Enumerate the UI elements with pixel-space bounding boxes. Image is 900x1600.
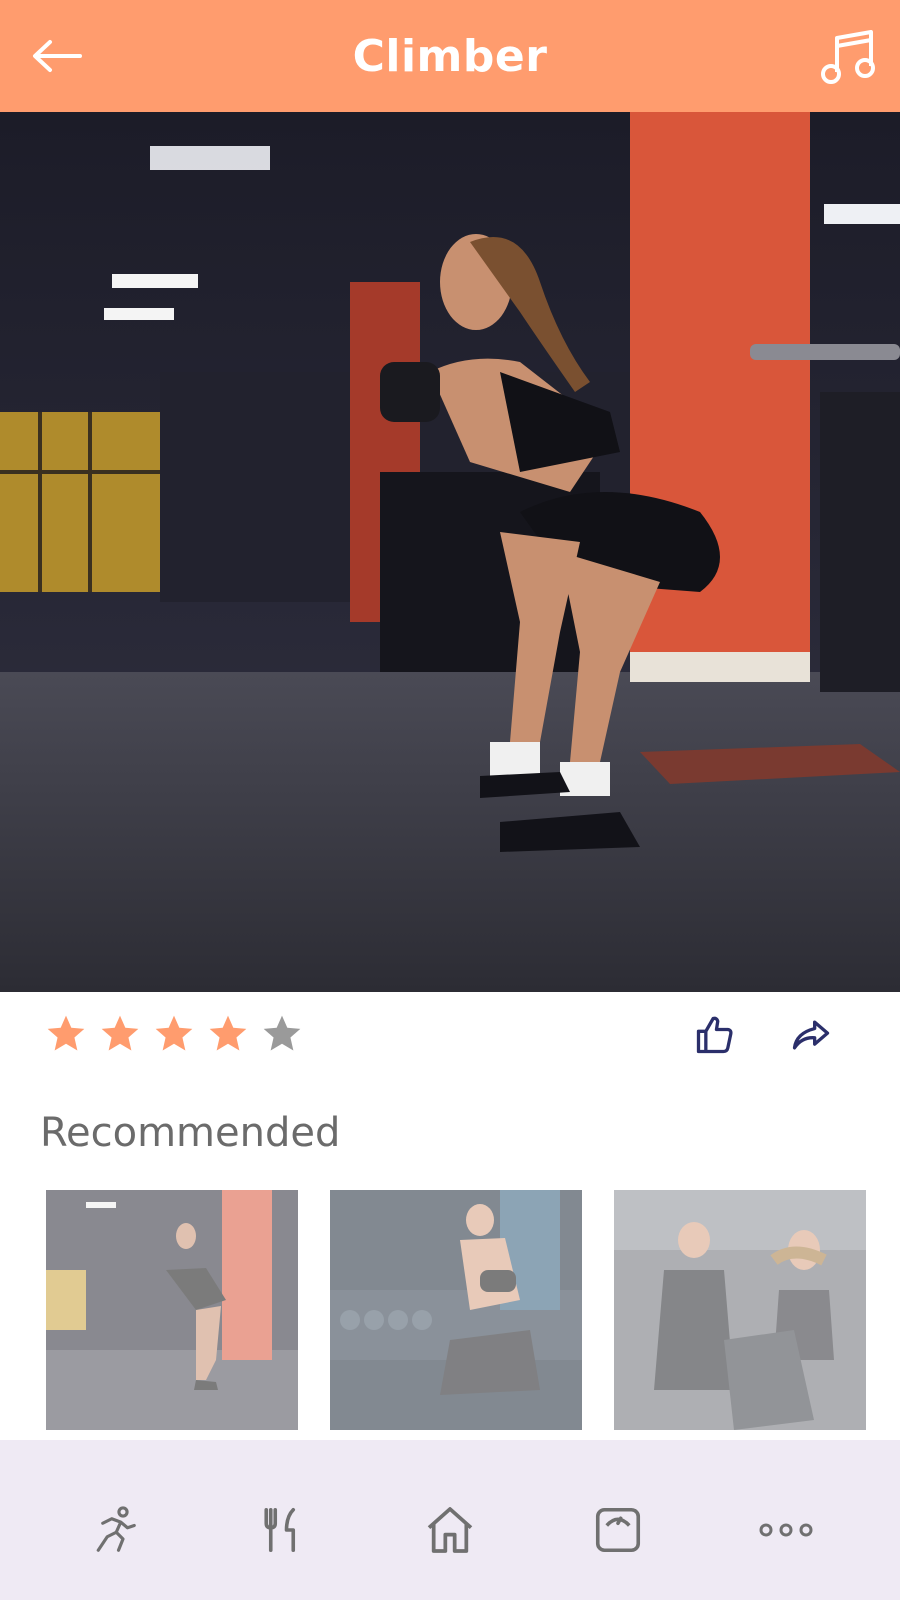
page-title: Climber xyxy=(352,30,548,82)
workout-thumbnail xyxy=(330,1190,582,1430)
nav-item-nutrition[interactable] xyxy=(252,1500,312,1560)
star-rating[interactable] xyxy=(44,1012,304,1056)
recommended-card[interactable] xyxy=(330,1190,582,1430)
star-icon[interactable] xyxy=(152,1012,196,1056)
recommended-card[interactable] xyxy=(614,1190,866,1430)
gym-photo xyxy=(0,112,900,992)
fork-knife-icon xyxy=(264,1507,296,1553)
recommended-card[interactable] xyxy=(46,1190,298,1430)
hero-image xyxy=(0,112,900,992)
like-button[interactable] xyxy=(690,1010,740,1060)
star-icon[interactable] xyxy=(98,1012,142,1056)
share-button[interactable] xyxy=(786,1010,836,1060)
music-button[interactable] xyxy=(818,26,878,86)
recommended-heading: Recommended xyxy=(40,1110,341,1156)
arrow-left-icon xyxy=(33,40,82,72)
more-dots-icon xyxy=(759,1523,813,1537)
app-screen: Climber Recommended xyxy=(0,0,900,1600)
home-icon xyxy=(427,1507,473,1553)
nav-item-activity[interactable] xyxy=(84,1500,144,1560)
back-button[interactable] xyxy=(26,30,86,82)
nav-item-more[interactable] xyxy=(756,1500,816,1560)
running-icon xyxy=(96,1506,136,1552)
nav-item-home[interactable] xyxy=(420,1500,480,1560)
app-header: Climber xyxy=(0,0,900,112)
bottom-navigation xyxy=(0,1440,900,1600)
workout-thumbnail xyxy=(614,1190,866,1430)
music-note-icon xyxy=(821,30,875,84)
share-arrow-icon xyxy=(792,1020,830,1050)
thumbs-up-icon xyxy=(696,1016,733,1054)
workout-thumbnail xyxy=(46,1190,298,1430)
nav-item-weight[interactable] xyxy=(588,1500,648,1560)
star-icon[interactable] xyxy=(44,1012,88,1056)
scale-icon xyxy=(595,1507,641,1553)
star-icon[interactable] xyxy=(206,1012,250,1056)
star-empty-icon[interactable] xyxy=(260,1012,304,1056)
rating-row xyxy=(0,992,900,1088)
recommended-list[interactable] xyxy=(46,1190,900,1430)
